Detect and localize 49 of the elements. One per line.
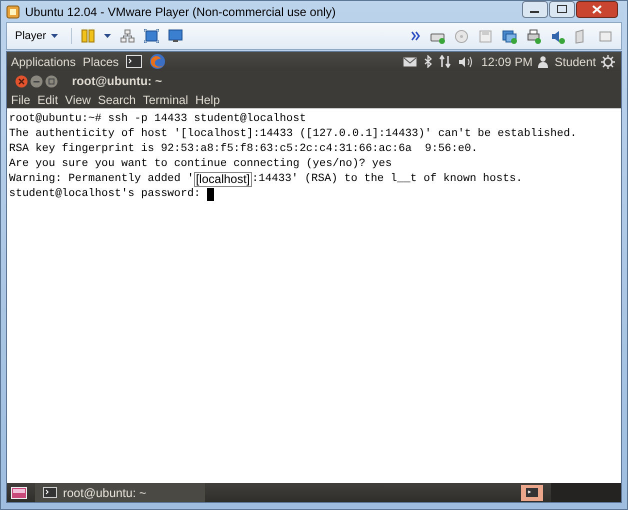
- clock[interactable]: 12:09 PM: [481, 54, 533, 68]
- power-icon[interactable]: [601, 54, 615, 68]
- terminal-line: Warning: Permanently added ': [9, 172, 194, 187]
- window-title: Ubuntu 12.04 - VMware Player (Non-commercial use only): [25, 4, 336, 18]
- menu-item[interactable]: Edit: [37, 92, 58, 106]
- taskbar-item[interactable]: root@ubuntu: ~: [35, 483, 205, 502]
- arrows-icon[interactable]: [439, 55, 452, 68]
- menu-item[interactable]: View: [65, 92, 91, 106]
- monitor-icon[interactable]: [168, 29, 184, 43]
- terminal-icon: [43, 487, 57, 498]
- user-name[interactable]: Student: [554, 54, 596, 68]
- minimize-button[interactable]: [522, 1, 548, 18]
- caret-icon: [51, 34, 58, 38]
- volume-icon[interactable]: [458, 56, 474, 68]
- panel-menu[interactable]: Places: [82, 54, 119, 68]
- terminal-line: The authenticity of host '[localhost]:14433 ([127.0.0.1]:14433)' can't be established.: [9, 127, 578, 142]
- adapter-icon[interactable]: [502, 28, 517, 44]
- terminal-icon[interactable]: [126, 55, 142, 68]
- mail-icon[interactable]: [403, 56, 418, 66]
- show-desktop-icon[interactable]: [11, 486, 27, 498]
- caret-icon[interactable]: [104, 34, 112, 38]
- person-icon[interactable]: [538, 56, 548, 68]
- chevron-icon[interactable]: [411, 31, 421, 41]
- network-icon[interactable]: [120, 29, 136, 43]
- menu-item[interactable]: File: [11, 92, 30, 106]
- panel-menu[interactable]: Applications: [11, 54, 76, 68]
- menu-item[interactable]: Terminal: [142, 92, 188, 106]
- terminal-line: Are you sure you want to continue connecting (yes/no)? yes: [9, 157, 393, 172]
- player-menu[interactable]: Player: [11, 28, 62, 44]
- menu-item[interactable]: Help: [195, 92, 220, 106]
- maximize-button[interactable]: [549, 1, 575, 18]
- globe-icon[interactable]: [148, 53, 166, 70]
- tooltip: [localhost]: [194, 172, 252, 187]
- terminal-title: root@ubuntu: ~: [72, 74, 162, 88]
- printer-icon[interactable]: [526, 28, 541, 44]
- menu-item[interactable]: Search: [98, 92, 136, 106]
- terminal-line: root@ubuntu:~# ssh -p 14433 student@localhost: [9, 112, 308, 127]
- message-icon[interactable]: [598, 28, 613, 44]
- workspace-icon[interactable]: [521, 484, 543, 500]
- terminal-line: student@localhost's password:: [9, 187, 202, 202]
- speaker-icon[interactable]: [550, 28, 565, 44]
- fullscreen-icon[interactable]: [144, 29, 160, 43]
- app-icon: [6, 4, 20, 18]
- close-button[interactable]: [576, 1, 618, 18]
- bluetooth-icon[interactable]: [424, 55, 432, 68]
- terminal-line: :14433' (RSA) to the l__t of known hosts.: [252, 172, 523, 187]
- pause-icon[interactable]: [81, 29, 96, 43]
- text-cursor: [207, 188, 214, 201]
- terminal-line: RSA key fingerprint is 92:53:a8:f5:f8:63:c5:2c:c4:31:66:ac:6a 9:56:e0.: [9, 142, 479, 157]
